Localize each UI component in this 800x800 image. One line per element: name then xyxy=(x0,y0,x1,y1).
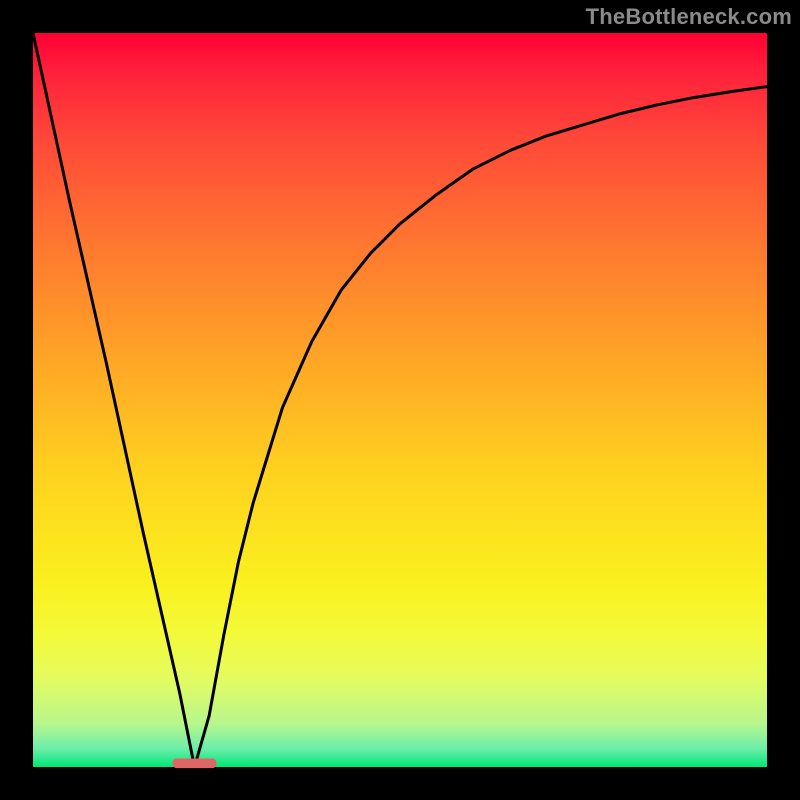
plot-background xyxy=(33,33,767,767)
chart-container: TheBottleneck.com xyxy=(0,0,800,800)
optimum-marker xyxy=(172,759,216,769)
attribution-label: TheBottleneck.com xyxy=(586,4,792,30)
bottleneck-chart xyxy=(0,0,800,800)
